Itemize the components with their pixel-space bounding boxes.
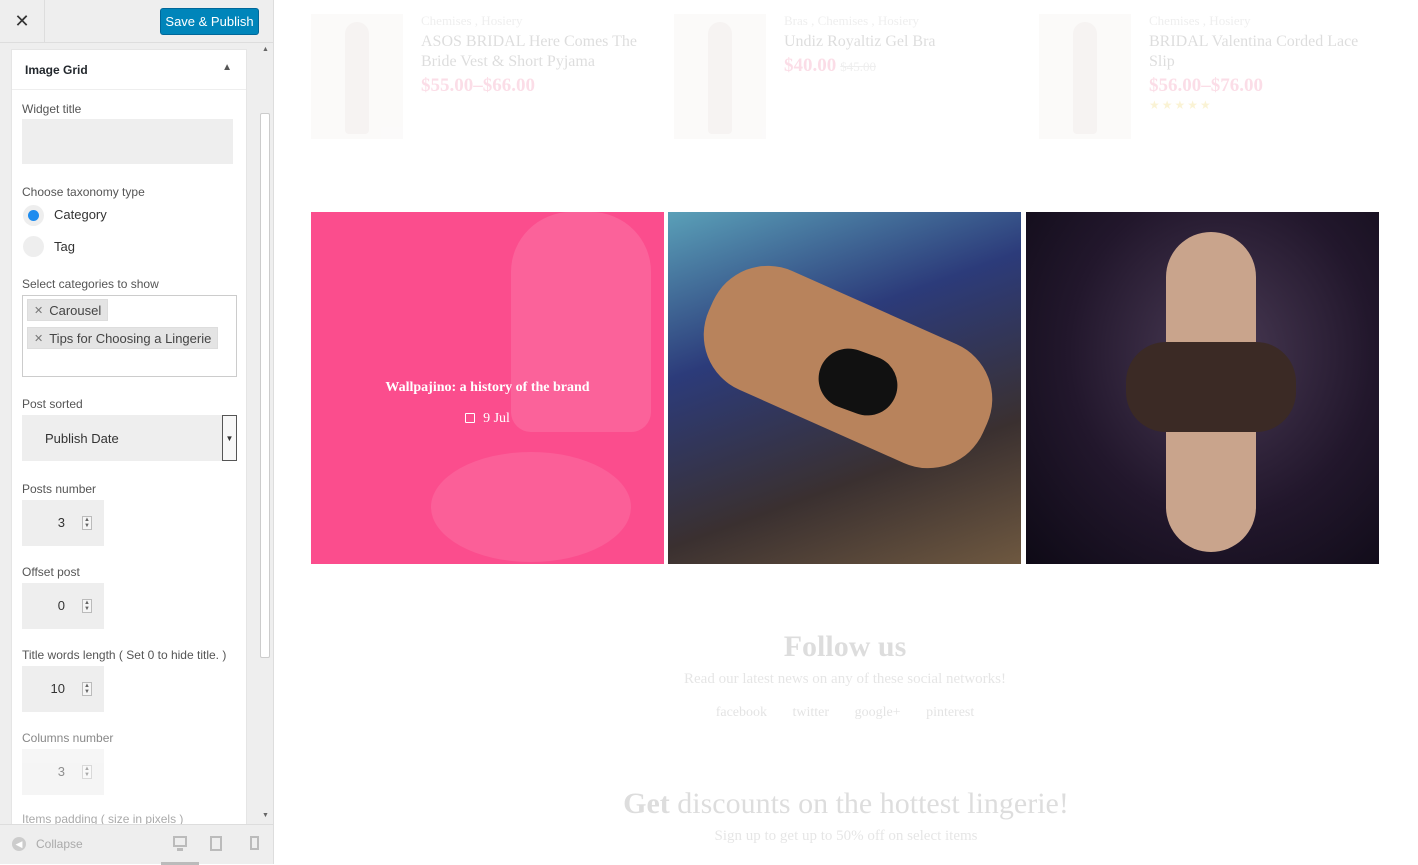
product-name[interactable]: BRIDAL Valentina Corded Lace Slip [1149, 32, 1379, 72]
spinner-icon[interactable]: ▲ ▼ [82, 682, 92, 696]
collapse-arrow-icon[interactable]: ▲ [222, 62, 232, 73]
product-price: $56.00–$76.00 [1149, 75, 1263, 96]
offset-label: Offset post [22, 565, 80, 579]
facebook-link[interactable]: facebook [716, 705, 767, 720]
title-words-label: Title words length ( Set 0 to hide title… [22, 648, 227, 662]
save-publish-button[interactable]: Save & Publish [160, 8, 259, 35]
product-name[interactable]: ASOS BRIDAL Here Comes The Bride Vest & … [421, 32, 651, 72]
photo-figure [431, 452, 631, 562]
spinner-icon[interactable]: ▲ ▼ [82, 599, 92, 613]
product-price: $40.00 $45.00 [784, 55, 876, 76]
twitter-link[interactable]: twitter [793, 705, 830, 720]
product-name[interactable]: Undiz Royaltiz Gel Bra [784, 32, 1014, 52]
spinner-icon[interactable]: ▲ ▼ [82, 516, 92, 530]
title-words-input[interactable]: 10 ▲ ▼ [22, 666, 104, 712]
discount-subtitle: Sign up to get up to 50% off on select i… [714, 828, 978, 844]
scroll-down-icon[interactable]: ▼ [262, 812, 269, 819]
scroll-up-icon[interactable]: ▲ [262, 46, 269, 53]
close-customizer-button[interactable]: ✕ [0, 0, 45, 43]
photo-figure [1126, 342, 1296, 432]
widget-title-label: Widget title [22, 102, 82, 116]
product-card[interactable]: Bras , Chemises , Hosiery Undiz Royaltiz… [674, 10, 1014, 145]
grid-item-featured[interactable]: Wallpajino: a history of the brand 9 Jul [311, 212, 664, 564]
pinterest-link[interactable]: pinterest [926, 705, 974, 720]
collapse-icon: ◀ [12, 837, 26, 851]
post-date: 9 Jul [311, 411, 664, 427]
radio-tag[interactable] [23, 236, 44, 257]
customizer-footer: ◀ Collapse [0, 824, 273, 865]
category-chip: ✕ Tips for Choosing a Lingerie [27, 327, 219, 349]
posts-number-label: Posts number [22, 482, 97, 496]
category-chip-label: Tips for Choosing a Lingerie [49, 330, 212, 346]
calendar-icon [465, 413, 476, 423]
follow-subtitle: Read our latest news on any of these soc… [684, 671, 1006, 687]
posts-number-input[interactable]: 3 ▲ ▼ [22, 500, 104, 546]
follow-title: Follow us [783, 630, 907, 663]
tablet-preview-icon[interactable] [210, 836, 222, 851]
image-grid: Wallpajino: a history of the brand 9 Jul [311, 212, 1379, 564]
widget-title: Image Grid [25, 62, 88, 77]
product-image [674, 14, 766, 139]
product-price: $55.00–$66.00 [421, 75, 535, 96]
taxonomy-label: Choose taxonomy type [22, 185, 145, 199]
image-grid-widget: Image Grid ▲ Widget title Choose taxonom… [11, 49, 247, 824]
product-old-price: $45.00 [840, 59, 876, 74]
widget-header[interactable]: Image Grid ▲ [12, 50, 246, 90]
radio-tag-label: Tag [54, 239, 75, 254]
collapse-button[interactable]: ◀ Collapse [12, 837, 83, 851]
follow-section: Follow us Read our latest news on any of… [311, 595, 1379, 747]
widget-title-input[interactable] [22, 119, 233, 164]
product-categories: Bras , Chemises , Hosiery [784, 13, 920, 28]
mobile-preview-icon[interactable] [250, 836, 259, 850]
product-categories: Chemises , Hosiery [1149, 13, 1251, 28]
google-plus-link[interactable]: google+ [855, 705, 901, 720]
photo-figure [511, 212, 651, 432]
post-title[interactable]: Wallpajino: a history of the brand [311, 380, 664, 396]
scrollbar-thumb[interactable] [260, 113, 270, 658]
post-sorted-value: Publish Date [45, 430, 119, 446]
rating-stars-icon: ★★★★★ [1149, 98, 1213, 112]
offset-input[interactable]: 0 ▲ ▼ [22, 583, 104, 629]
product-card[interactable]: Chemises , Hosiery ASOS BRIDAL Here Come… [311, 10, 651, 145]
product-image [311, 14, 403, 139]
categories-select[interactable]: ✕ Carousel ✕ Tips for Choosing a Lingeri… [22, 295, 237, 377]
remove-chip-icon[interactable]: ✕ [34, 332, 43, 345]
categories-label: Select categories to show [22, 277, 159, 291]
spinner-icon[interactable]: ▲ ▼ [82, 765, 92, 779]
customizer-header: ✕ Save & Publish [0, 0, 273, 43]
padding-label: Items padding ( size in pixels ) [22, 812, 184, 824]
category-chip-label: Carousel [49, 302, 102, 318]
product-card[interactable]: Chemises , Hosiery BRIDAL Valentina Cord… [1039, 10, 1379, 145]
dropdown-arrow-icon[interactable]: ▼ [222, 415, 237, 461]
remove-chip-icon[interactable]: ✕ [34, 304, 43, 317]
desktop-preview-icon[interactable] [173, 836, 187, 851]
post-sorted-select[interactable]: Publish Date ▼ [22, 415, 237, 461]
offset-value: 0 [57, 598, 65, 613]
radio-category-label: Category [54, 207, 107, 222]
discount-title: Get discounts on the hottest lingerie! [623, 787, 1069, 820]
customizer-sidebar: ✕ Save & Publish Image Grid ▲ Widget tit… [0, 0, 274, 865]
product-categories: Chemises , Hosiery [421, 13, 523, 28]
grid-item-photo[interactable] [668, 212, 1021, 564]
post-sorted-label: Post sorted [22, 397, 83, 411]
widget-settings-panel: Image Grid ▲ Widget title Choose taxonom… [0, 43, 273, 824]
product-image [1039, 14, 1131, 139]
grid-item-photo[interactable] [1026, 212, 1379, 564]
sidebar-scrollbar[interactable]: ▲ ▼ [258, 43, 273, 824]
site-preview: Chemises , Hosiery ASOS BRIDAL Here Come… [274, 0, 1418, 864]
category-chip: ✕ Carousel [27, 299, 109, 321]
columns-label: Columns number [22, 731, 114, 745]
radio-category[interactable] [23, 205, 44, 226]
collapse-label: Collapse [36, 837, 83, 851]
columns-input[interactable]: 3 ▲ ▼ [22, 749, 104, 795]
title-words-value: 10 [50, 681, 65, 696]
columns-value: 3 [57, 764, 65, 779]
posts-number-value: 3 [57, 515, 65, 530]
social-links: facebook twitter google+ pinterest [311, 705, 1379, 721]
